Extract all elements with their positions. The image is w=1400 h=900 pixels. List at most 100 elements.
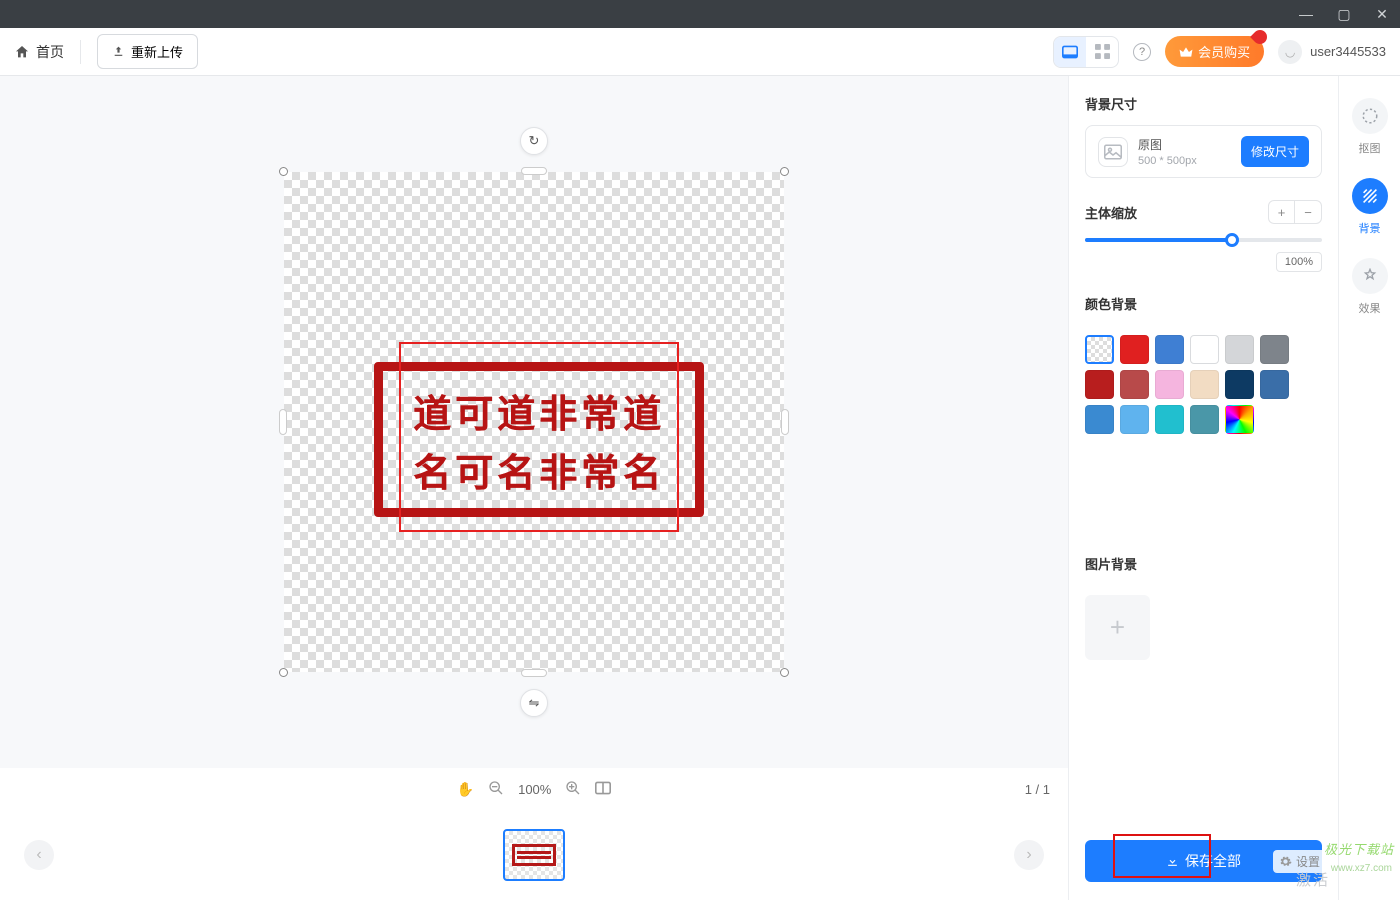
image-bg-title: 图片背景 bbox=[1085, 554, 1322, 573]
canvas-area[interactable]: ↻ 道可道非常道 名可名非常名 bbox=[0, 76, 1068, 768]
window-close[interactable]: ✕ bbox=[1372, 6, 1392, 23]
resize-handle-br[interactable] bbox=[780, 668, 789, 677]
thumb-prev-button[interactable]: ‹ bbox=[24, 840, 54, 870]
rail-background-button[interactable]: 背景 bbox=[1352, 178, 1388, 236]
add-image-bg-button[interactable]: + bbox=[1085, 595, 1150, 660]
color-swatch-5[interactable] bbox=[1260, 335, 1289, 364]
zoom-in-button[interactable] bbox=[565, 780, 581, 799]
color-swatch-3[interactable] bbox=[1190, 335, 1219, 364]
view-single-button[interactable] bbox=[1054, 37, 1086, 67]
reupload-button[interactable]: 重新上传 bbox=[97, 34, 198, 69]
selection-box[interactable] bbox=[399, 342, 679, 532]
slider-thumb[interactable] bbox=[1225, 233, 1239, 247]
flip-button[interactable]: ⇋ bbox=[520, 689, 548, 717]
hot-badge-icon bbox=[1250, 27, 1270, 47]
view-grid-button[interactable] bbox=[1086, 37, 1118, 67]
rail-effects-button[interactable]: 效果 bbox=[1352, 258, 1388, 316]
flip-icon: ⇋ bbox=[529, 695, 540, 711]
color-swatch-10[interactable] bbox=[1225, 370, 1254, 399]
zoom-value: 100% bbox=[518, 782, 551, 797]
zoom-in-icon bbox=[565, 780, 581, 796]
size-card: 原图 500 * 500px 修改尺寸 bbox=[1085, 125, 1322, 178]
color-swatch-2[interactable] bbox=[1155, 335, 1184, 364]
download-icon bbox=[1166, 855, 1179, 868]
edge-handle-bottom[interactable] bbox=[521, 669, 547, 677]
username-label: user3445533 bbox=[1310, 44, 1386, 59]
save-bar: 保存全部 设置 bbox=[1085, 826, 1322, 882]
color-bg-title: 颜色背景 bbox=[1085, 294, 1322, 313]
edge-handle-top[interactable] bbox=[521, 167, 547, 175]
watermark-brand: 极光下载站 bbox=[1324, 839, 1394, 858]
compare-icon bbox=[595, 781, 611, 795]
zoom-out-button[interactable] bbox=[488, 780, 504, 799]
scale-slider[interactable] bbox=[1085, 238, 1322, 242]
reupload-label: 重新上传 bbox=[131, 42, 183, 61]
canvas-column: ↻ 道可道非常道 名可名非常名 bbox=[0, 76, 1068, 900]
color-swatch-14[interactable] bbox=[1155, 405, 1184, 434]
color-swatch-7[interactable] bbox=[1120, 370, 1149, 399]
bg-size-title: 背景尺寸 bbox=[1085, 94, 1322, 113]
color-swatch-15[interactable] bbox=[1190, 405, 1219, 434]
grid-view-icon bbox=[1095, 44, 1110, 59]
color-swatch-1[interactable] bbox=[1120, 335, 1149, 364]
home-label: 首页 bbox=[36, 42, 64, 62]
edge-handle-right[interactable] bbox=[781, 409, 789, 435]
resize-handle-bl[interactable] bbox=[279, 668, 288, 677]
save-all-label: 保存全部 bbox=[1185, 851, 1241, 871]
color-swatch-16[interactable] bbox=[1225, 405, 1254, 434]
vip-purchase-button[interactable]: 会员购买 bbox=[1165, 36, 1264, 67]
zoom-out-icon bbox=[488, 780, 504, 796]
view-mode-toggle bbox=[1053, 36, 1119, 68]
rotate-icon: ↻ bbox=[529, 133, 540, 149]
pan-tool-button[interactable]: ✋ bbox=[457, 781, 474, 798]
watermark-url: www.xz7.com bbox=[1331, 863, 1392, 874]
rail-background-label: 背景 bbox=[1359, 220, 1381, 236]
avatar-icon: ◡ bbox=[1278, 40, 1302, 64]
thumbnail-item[interactable] bbox=[503, 829, 565, 881]
edge-handle-left[interactable] bbox=[279, 409, 287, 435]
color-swatch-8[interactable] bbox=[1155, 370, 1184, 399]
artboard[interactable]: 道可道非常道 名可名非常名 bbox=[284, 172, 784, 672]
scale-value: 100% bbox=[1276, 252, 1322, 272]
vip-label: 会员购买 bbox=[1198, 42, 1250, 61]
home-button[interactable]: 首页 bbox=[14, 42, 64, 62]
color-swatch-11[interactable] bbox=[1260, 370, 1289, 399]
scale-plus-button[interactable]: + bbox=[1269, 201, 1295, 223]
rail-cutout-button[interactable]: 抠图 bbox=[1352, 98, 1388, 156]
rail-effects-label: 效果 bbox=[1359, 300, 1381, 316]
compare-button[interactable] bbox=[595, 781, 611, 798]
window-maximize[interactable]: ▢ bbox=[1334, 6, 1354, 23]
thumbnail-preview bbox=[512, 844, 556, 866]
color-swatch-6[interactable] bbox=[1085, 370, 1114, 399]
image-icon bbox=[1098, 137, 1128, 167]
color-swatch-9[interactable] bbox=[1190, 370, 1219, 399]
upload-icon bbox=[112, 45, 125, 58]
settings-label: 设置 bbox=[1296, 853, 1320, 870]
background-icon bbox=[1352, 178, 1388, 214]
color-swatch-13[interactable] bbox=[1120, 405, 1149, 434]
effects-icon bbox=[1352, 258, 1388, 294]
color-swatch-12[interactable] bbox=[1085, 405, 1114, 434]
zoom-toolbar: ✋ 100% 1 / 1 bbox=[0, 768, 1068, 810]
rotate-button[interactable]: ↻ bbox=[520, 127, 548, 155]
resize-handle-tr[interactable] bbox=[780, 167, 789, 176]
scale-minus-button[interactable]: − bbox=[1295, 201, 1321, 223]
resize-button[interactable]: 修改尺寸 bbox=[1241, 136, 1309, 167]
help-button[interactable]: ? bbox=[1133, 43, 1151, 61]
divider bbox=[80, 40, 81, 64]
size-dimensions: 500 * 500px bbox=[1138, 155, 1231, 167]
artboard-wrapper: ↻ 道可道非常道 名可名非常名 bbox=[284, 172, 784, 672]
window-titlebar: — ▢ ✕ bbox=[0, 0, 1400, 28]
scale-title: 主体缩放 bbox=[1085, 203, 1137, 222]
color-swatch-0[interactable] bbox=[1085, 335, 1114, 364]
scale-stepper: + − bbox=[1268, 200, 1322, 224]
watermark-gray: 激活 bbox=[1296, 869, 1330, 890]
window-minimize[interactable]: — bbox=[1296, 6, 1316, 22]
page-indicator: 1 / 1 bbox=[1025, 782, 1050, 797]
user-menu[interactable]: ◡ user3445533 bbox=[1278, 40, 1386, 64]
properties-panel: 背景尺寸 原图 500 * 500px 修改尺寸 主体缩放 + − 100% 颜… bbox=[1068, 76, 1338, 900]
resize-handle-tl[interactable] bbox=[279, 167, 288, 176]
thumb-next-button[interactable]: › bbox=[1014, 840, 1044, 870]
top-toolbar: 首页 重新上传 ? 会员购买 ◡ user3445533 bbox=[0, 28, 1400, 76]
color-swatch-4[interactable] bbox=[1225, 335, 1254, 364]
